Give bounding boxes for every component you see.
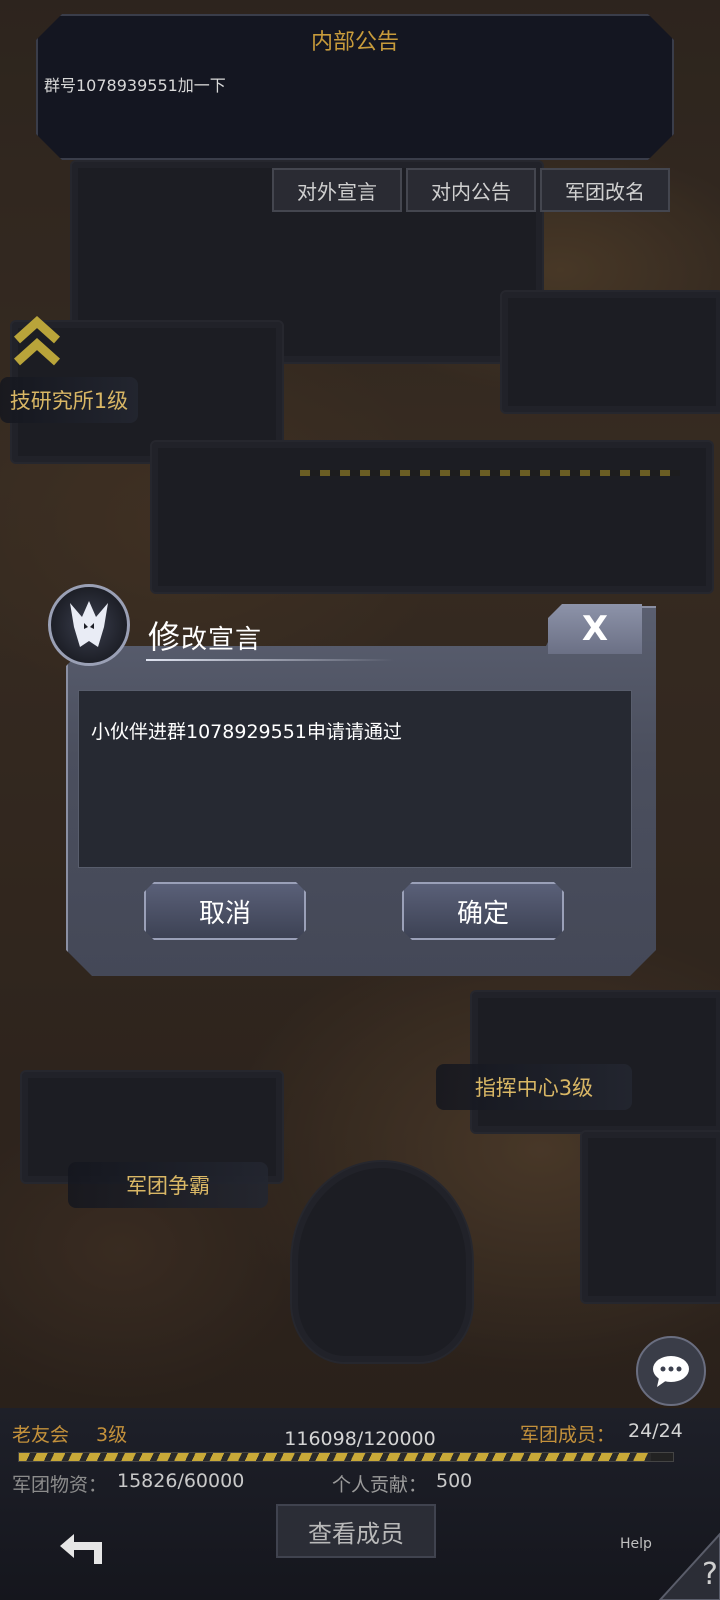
view-members-button[interactable]: 查看成员 xyxy=(276,1504,436,1558)
close-button[interactable]: X xyxy=(548,604,642,654)
title-underline xyxy=(146,659,394,661)
legion-war-label[interactable]: 军团争霸 xyxy=(68,1162,268,1208)
notice-text: 群号1078939551加一下 xyxy=(44,76,226,95)
rename-legion-button[interactable]: 军团改名 xyxy=(540,168,670,212)
external-declaration-button[interactable]: 对外宣言 xyxy=(272,168,402,212)
command-center-label[interactable]: 指挥中心3级 xyxy=(436,1064,632,1110)
notice-title: 内部公告 xyxy=(310,30,399,55)
internal-notice-button[interactable]: 对内公告 xyxy=(406,168,536,212)
exp-progress-fill xyxy=(19,1453,652,1461)
research-institute-label[interactable]: 技研究所1级 xyxy=(0,377,138,423)
confirm-button[interactable]: 确定 xyxy=(402,882,564,940)
legion-emblem-icon xyxy=(48,584,130,666)
help-question-icon: ? xyxy=(702,1557,718,1592)
contribution-value: 500 xyxy=(436,1470,473,1492)
declaration-text-area[interactable]: 小伙伴进群1078929551申请请通过 xyxy=(78,690,632,868)
dialog-title: 修改宣言 xyxy=(148,612,262,658)
members-label: 军团成员： xyxy=(520,1424,616,1446)
chat-bubble-icon xyxy=(653,1356,689,1387)
help-label[interactable]: Help xyxy=(620,1536,652,1552)
back-arrow-icon[interactable] xyxy=(54,1528,108,1572)
dialog-title-rest: 改宣言 xyxy=(181,625,263,655)
dialog-title-first: 修 xyxy=(148,618,182,656)
cancel-button[interactable]: 取消 xyxy=(144,882,306,940)
resources-label: 军团物资： xyxy=(12,1474,108,1496)
legion-info-bar: 老友会 3级 116098/120000 军团成员： 24/24 军团物资： 1… xyxy=(0,1408,720,1600)
declaration-text: 小伙伴进群1078929551申请请通过 xyxy=(91,721,402,743)
upgrade-chevron-icon xyxy=(13,315,61,366)
resources-value: 15826/60000 xyxy=(117,1470,245,1492)
internal-notice-panel: 内部公告 群号1078939551加一下 xyxy=(36,14,674,160)
exp-progress-bar xyxy=(18,1452,674,1462)
chat-button[interactable] xyxy=(636,1336,706,1406)
notice-buttons: 对外宣言 对内公告 军团改名 xyxy=(272,168,670,212)
members-value: 24/24 xyxy=(628,1420,683,1442)
contribution-label: 个人贡献： xyxy=(332,1474,428,1496)
